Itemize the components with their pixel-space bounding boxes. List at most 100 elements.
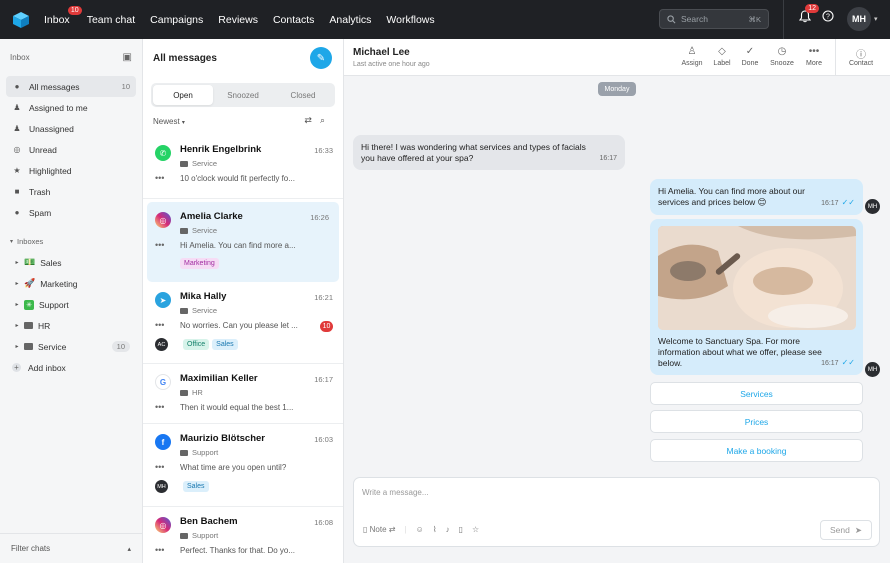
sidebar-inbox-service[interactable]: ▸ Service 10 [0, 336, 142, 357]
sidebar-item-label: Marketing [40, 278, 78, 289]
sidebar-item-label: HR [38, 320, 51, 331]
add-inbox-button[interactable]: + Add inbox [0, 357, 142, 378]
message-outgoing: Hi Amelia. You can find more about our s… [650, 179, 863, 215]
star-icon[interactable]: ☆ [472, 525, 479, 534]
search-icon [667, 14, 676, 23]
whatsapp-icon: ✆ [155, 145, 171, 161]
notifications-bell-icon[interactable]: 12 [798, 4, 819, 25]
more-icon[interactable]: ••• [155, 173, 164, 183]
snooze-button[interactable]: ◷ Snooze [767, 46, 797, 67]
timestamp: 16:17 [314, 375, 333, 384]
message-composer[interactable]: Write a message... ▯ Note ⇄ | ☺ ⌇ ♪ ▯ ☆ … [353, 477, 880, 547]
tab-open[interactable]: Open [153, 85, 213, 105]
contact-name[interactable]: Michael Lee [353, 47, 410, 58]
nav-analytics[interactable]: Analytics [329, 14, 371, 26]
list-item[interactable]: ➤ Mika Hally 16:21 Service ••• No worrie… [143, 282, 343, 364]
tag-sales[interactable]: Sales [212, 339, 238, 350]
more-icon[interactable]: ••• [155, 320, 164, 330]
action-label: Done [741, 60, 759, 67]
list-item[interactable]: f Maurizio Blötscher 16:03 Support ••• W… [143, 424, 343, 507]
help-icon[interactable]: ? [822, 10, 834, 24]
last-active: Last active one hour ago [353, 61, 430, 68]
attachment-icon[interactable]: ⌇ [433, 525, 437, 534]
quick-reply-prices[interactable]: Prices [650, 410, 863, 433]
more-icon[interactable]: ••• [155, 462, 164, 472]
quick-reply-booking[interactable]: Make a booking [650, 439, 863, 462]
tag-marketing[interactable]: Marketing [180, 258, 219, 269]
inboxes-section-header[interactable]: ▾ Inboxes [0, 231, 142, 252]
more-icon[interactable]: ••• [155, 240, 164, 250]
folder-icon [180, 308, 188, 315]
bookmark-icon[interactable]: ▯ [459, 525, 463, 534]
sidebar-item-unassigned[interactable]: ♟ Unassigned [0, 118, 142, 139]
message-preview: No worries. Can you please let ... [180, 321, 298, 330]
assign-button[interactable]: ♙ Assign [677, 46, 707, 67]
quick-reply-services[interactable]: Services [650, 382, 863, 405]
list-item[interactable]: ◎ Ben Bachem 16:08 Support ••• Perfect. … [143, 507, 343, 563]
app-logo-icon[interactable] [12, 11, 30, 29]
sidebar-inbox-marketing[interactable]: ▸ 🚀 Marketing [0, 273, 142, 294]
nav-campaigns[interactable]: Campaigns [150, 14, 203, 26]
tag-office[interactable]: Office [183, 339, 210, 350]
message-incoming: Hi there! I was wondering what services … [353, 135, 625, 170]
more-button[interactable]: ••• More [799, 46, 829, 67]
list-item-selected[interactable]: ◎ Amelia Clarke 16:26 Service ••• Hi Ame… [147, 202, 339, 282]
alert-icon: ● [14, 208, 20, 217]
caret-right-icon: ▸ [15, 281, 19, 287]
chevron-down-icon[interactable]: ▾ [874, 15, 878, 23]
nav-workflows[interactable]: Workflows [386, 14, 434, 26]
user-avatar[interactable]: MH [847, 7, 871, 31]
timestamp: 16:21 [314, 293, 333, 302]
sidebar-inbox-hr[interactable]: ▸ HR [0, 315, 142, 336]
filter-chats-button[interactable]: Filter chats ▴ [0, 533, 142, 563]
send-button[interactable]: Send ➤ [820, 520, 872, 540]
message-outgoing-media: Welcome to Sanctuary Spa. For more infor… [650, 219, 863, 375]
emoji-icon[interactable]: ☺ [416, 525, 424, 534]
filter-toggle-icon[interactable]: ⇄ [304, 115, 320, 125]
inbox-label: Support [180, 529, 335, 543]
sidebar-item-all-messages[interactable]: ● All messages 10 [6, 76, 136, 97]
message-preview: Perfect. Thanks for that. Do yo... [180, 546, 296, 555]
double-check-icon: ✓✓ [841, 198, 855, 207]
tab-closed[interactable]: Closed [273, 85, 333, 105]
tab-snoozed[interactable]: Snoozed [213, 85, 273, 105]
notifications-badge: 12 [805, 4, 819, 13]
search-input[interactable]: Search ⌘K [659, 9, 769, 29]
folder-icon [180, 228, 188, 235]
sidebar-item-trash[interactable]: ■ Trash [0, 181, 142, 202]
microphone-icon[interactable]: ♪ [446, 525, 450, 534]
sidebar-inbox-support[interactable]: ▸ ✳ Support [0, 294, 142, 315]
more-icon[interactable]: ••• [155, 545, 164, 555]
check-circle-icon: ✓ [745, 46, 755, 57]
list-item[interactable]: G Maximilian Keller 16:17 HR ••• Then it… [143, 364, 343, 424]
collapse-sidebar-icon[interactable]: ▣ [123, 52, 132, 63]
sidebar-title: Inbox [10, 53, 30, 62]
contact-button[interactable]: ⓘ Contact [846, 46, 876, 67]
list-item[interactable]: ✆ Henrik Engelbrink 16:33 Service ••• 10… [143, 135, 343, 199]
sidebar-item-unread[interactable]: ◎ Unread [0, 139, 142, 160]
sidebar-item-assigned[interactable]: ♟ Assigned to me [0, 97, 142, 118]
tag-sales[interactable]: Sales [183, 481, 209, 492]
nav-reviews[interactable]: Reviews [218, 14, 258, 26]
message-text: Hi there! I was wondering what services … [361, 142, 586, 163]
compose-button[interactable]: ✎ [310, 47, 332, 69]
search-shortcut: ⌘K [748, 14, 761, 24]
sidebar-inbox-sales[interactable]: ▸ 💵 Sales [0, 252, 142, 273]
sort-dropdown[interactable]: Newest ▾ [153, 117, 185, 126]
caret-up-icon: ▴ [127, 545, 131, 553]
note-toggle[interactable]: ▯ Note ⇄ [363, 525, 395, 534]
nav-team-chat[interactable]: Team chat [87, 14, 135, 26]
caret-down-icon: ▾ [10, 239, 14, 245]
done-button[interactable]: ✓ Done [735, 46, 765, 67]
search-icon[interactable]: ⌕ [320, 115, 333, 125]
spa-facial-image[interactable] [658, 226, 856, 330]
sidebar-item-spam[interactable]: ● Spam [0, 202, 142, 223]
action-label: Assign [681, 60, 703, 67]
more-icon[interactable]: ••• [155, 402, 164, 412]
label-button[interactable]: ◇ Label [707, 46, 737, 67]
nav-contacts[interactable]: Contacts [273, 14, 314, 26]
folder-icon [24, 322, 33, 329]
sidebar-item-highlighted[interactable]: ★ Highlighted [0, 160, 142, 181]
nav-inbox[interactable]: Inbox 10 [44, 5, 82, 26]
eye-off-icon: ◎ [13, 145, 21, 154]
